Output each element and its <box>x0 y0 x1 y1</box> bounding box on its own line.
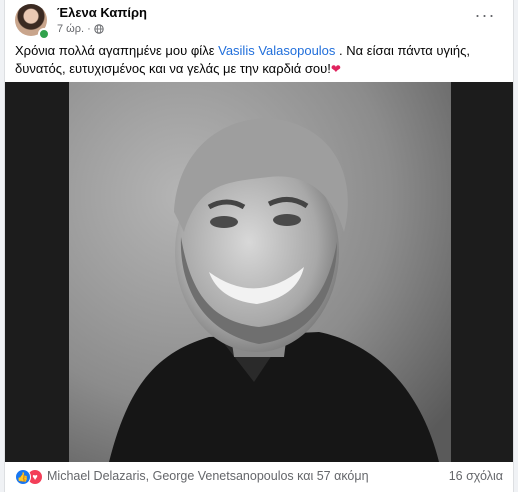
reactors-text[interactable]: Michael Delazaris, George Venetsanopoulo… <box>47 469 369 483</box>
online-status-indicator <box>38 28 50 40</box>
comments-count[interactable]: 16 σχόλια <box>449 469 503 483</box>
post-photo-container[interactable] <box>5 82 513 462</box>
post-meta: 7 ώρ. · <box>57 23 104 35</box>
post-header: Έλενα Καπίρη 7 ώρ. · ··· <box>15 4 503 40</box>
post-photo[interactable] <box>69 82 451 462</box>
more-options-icon[interactable]: ··· <box>473 6 497 26</box>
like-reaction-icon: 👍 <box>15 469 31 485</box>
post-text: Χρόνια πολλά αγαπημένε μου φίλε Vasilis … <box>15 42 499 78</box>
post-text-start: Χρόνια πολλά αγαπημένε μου φίλε <box>15 43 219 58</box>
author-name[interactable]: Έλενα Καπίρη <box>57 5 147 20</box>
post-footer: 👍 ♥ Michael Delazaris, George Venetsanop… <box>15 466 503 488</box>
reactions-summary[interactable]: 👍 ♥ <box>15 469 45 485</box>
portrait-illustration <box>69 82 451 462</box>
mention-link[interactable]: Vasilis Valasopoulos <box>218 43 335 58</box>
post-timestamp[interactable]: 7 ώρ. <box>57 23 84 35</box>
post-card: Έλενα Καπίρη 7 ώρ. · ··· Χρόνια πολλά αγ… <box>4 0 514 492</box>
heart-emoji: ❤ <box>330 62 341 76</box>
globe-icon <box>94 24 104 34</box>
